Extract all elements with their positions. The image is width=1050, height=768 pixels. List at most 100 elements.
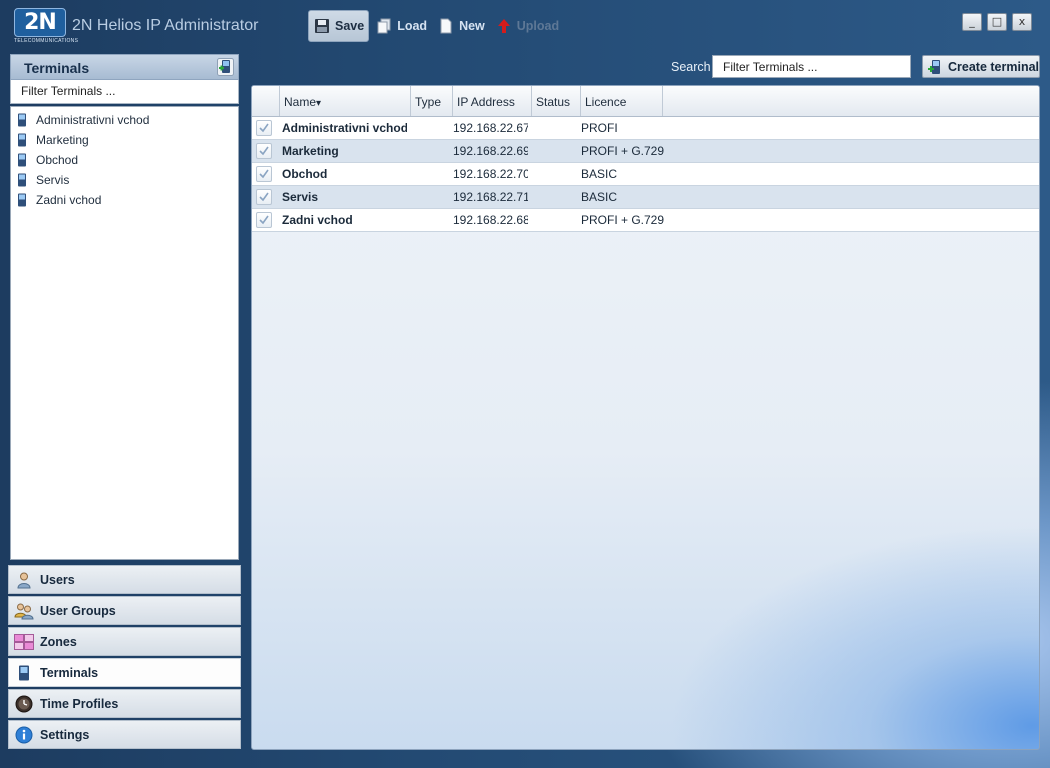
create-terminal-button[interactable]: Create terminal — [922, 55, 1040, 78]
cell-name: Servis — [282, 190, 319, 204]
terminal-device-icon — [18, 193, 26, 207]
terminal-list: Administrativni vchod Marketing Obchod S… — [10, 106, 239, 560]
list-item[interactable]: Zadni vchod — [11, 190, 238, 210]
maximize-button[interactable]: □ — [987, 13, 1007, 31]
nav-label: Settings — [40, 727, 90, 742]
row-checkbox[interactable] — [252, 140, 276, 162]
cell-licence: BASIC — [581, 190, 618, 204]
upload-button[interactable]: Upload — [491, 11, 563, 41]
terminal-device-icon — [18, 173, 26, 187]
create-terminal-label: Create terminal — [948, 59, 1040, 74]
row-checkbox[interactable] — [252, 117, 276, 139]
user-icon — [14, 570, 34, 590]
nav-user-groups[interactable]: User Groups — [8, 596, 241, 625]
cell-licence: PROFI + G.729 — [581, 144, 665, 158]
logo-subtitle: TELECOMMUNICATIONS — [14, 38, 79, 44]
table-row[interactable]: Obchod 192.168.22.70 BASIC — [252, 163, 1039, 186]
row-checkbox[interactable] — [252, 163, 276, 185]
terminal-device-icon — [18, 133, 26, 147]
upload-arrow-icon — [495, 17, 513, 35]
cell-ip: 192.168.22.68 — [453, 213, 528, 227]
cell-ip: 192.168.22.70 — [453, 167, 528, 181]
check-icon — [259, 215, 269, 225]
section-navigation: Users User Groups Zones Terminals Time P… — [8, 565, 241, 751]
list-item[interactable]: Marketing — [11, 130, 238, 150]
list-item-label: Obchod — [36, 153, 79, 167]
close-button[interactable]: x — [1012, 13, 1032, 31]
terminals-panel: Terminals Filter Terminals ... Administr… — [10, 54, 239, 560]
terminal-filter-input[interactable]: Filter Terminals ... — [10, 80, 239, 104]
nav-settings[interactable]: Settings — [8, 720, 241, 749]
list-item-label: Zadni vchod — [36, 193, 102, 207]
column-header-type[interactable]: Type — [411, 86, 453, 116]
list-item-label: Marketing — [36, 133, 89, 147]
list-item[interactable]: Obchod — [11, 150, 238, 170]
grid-header: Name▾ Type IP Address Status Licence — [252, 86, 1039, 117]
cell-name: Marketing — [282, 144, 339, 158]
cell-name: Administrativni vchod — [282, 121, 407, 135]
terminals-grid: Name▾ Type IP Address Status Licence Adm… — [251, 85, 1040, 750]
terminal-device-icon — [18, 113, 26, 127]
info-icon — [14, 725, 34, 745]
row-checkbox[interactable] — [252, 209, 276, 231]
select-column-header[interactable] — [252, 86, 280, 116]
list-item-label: Administrativni vchod — [36, 113, 150, 127]
nav-label: Users — [40, 572, 75, 587]
check-icon — [259, 123, 269, 133]
cell-licence: BASIC — [581, 167, 618, 181]
title-bar: 2N TELECOMMUNICATIONS 2N Helios IP Admin… — [0, 0, 1050, 50]
list-item[interactable]: Servis — [11, 170, 238, 190]
search-input[interactable]: Filter Terminals ... — [712, 55, 911, 78]
column-header-ip[interactable]: IP Address — [453, 86, 532, 116]
toolbar: Save Load New Upload — [308, 10, 565, 42]
cell-name: Zadni vchod — [282, 213, 353, 227]
nav-time-profiles[interactable]: Time Profiles — [8, 689, 241, 718]
save-button[interactable]: Save — [308, 10, 370, 42]
app-logo: 2N TELECOMMUNICATIONS — [14, 8, 79, 44]
minimize-button[interactable]: _ — [962, 13, 982, 31]
list-item-label: Servis — [36, 173, 70, 187]
clock-icon — [14, 694, 34, 714]
nav-label: Time Profiles — [40, 696, 119, 711]
row-checkbox[interactable] — [252, 186, 276, 208]
column-header-status[interactable]: Status — [532, 86, 581, 116]
user-group-icon — [14, 601, 34, 621]
nav-users[interactable]: Users — [8, 565, 241, 594]
cell-licence: PROFI — [581, 121, 618, 135]
cell-ip: 192.168.22.69 — [453, 144, 528, 158]
nav-label: Zones — [40, 634, 77, 649]
table-row[interactable]: Servis 192.168.22.71 BASIC — [252, 186, 1039, 209]
save-label: Save — [335, 19, 365, 33]
load-label: Load — [397, 19, 428, 33]
column-header-name[interactable]: Name▾ — [280, 86, 411, 116]
check-icon — [259, 146, 269, 156]
sort-down-icon: ▾ — [316, 98, 322, 109]
panel-title: Terminals — [24, 60, 90, 76]
load-icon — [375, 17, 393, 35]
table-row[interactable]: Zadni vchod 192.168.22.68 PROFI + G.729 — [252, 209, 1039, 232]
check-icon — [259, 169, 269, 179]
nav-zones[interactable]: Zones — [8, 627, 241, 656]
check-icon — [259, 192, 269, 202]
new-document-icon — [437, 17, 455, 35]
app-title: 2N Helios IP Administrator — [72, 17, 259, 34]
list-item[interactable]: Administrativni vchod — [11, 110, 238, 130]
column-header-licence[interactable]: Licence — [581, 86, 663, 116]
search-label: Search — [671, 60, 711, 74]
table-row[interactable]: Administrativni vchod 192.168.22.67 PROF… — [252, 117, 1039, 140]
add-terminal-icon — [928, 59, 940, 74]
add-terminal-icon[interactable] — [217, 58, 234, 76]
logo-mark: 2N — [14, 8, 66, 37]
load-button[interactable]: Load — [371, 11, 431, 41]
terminal-device-icon — [18, 153, 26, 167]
table-row[interactable]: Marketing 192.168.22.69 PROFI + G.729 — [252, 140, 1039, 163]
panel-header: Terminals — [10, 54, 239, 80]
terminal-icon — [14, 663, 34, 683]
upload-label: Upload — [516, 19, 560, 33]
new-button[interactable]: New — [433, 11, 489, 41]
cell-ip: 192.168.22.71 — [453, 190, 528, 204]
column-header-label: Name — [284, 95, 317, 109]
nav-terminals[interactable]: Terminals — [8, 658, 241, 687]
cell-name: Obchod — [282, 167, 328, 181]
floppy-icon — [313, 17, 331, 35]
